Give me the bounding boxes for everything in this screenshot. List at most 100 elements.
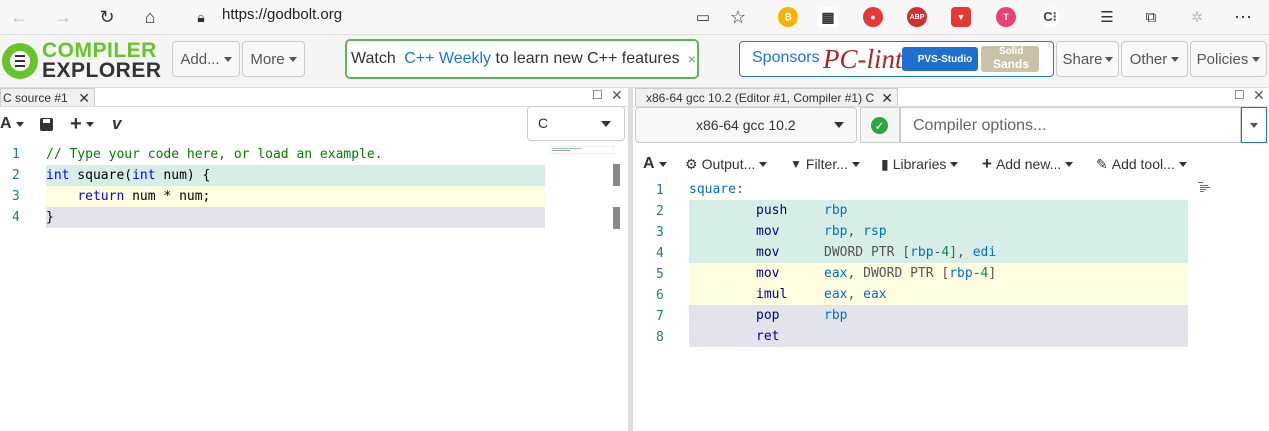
address-bar[interactable]: https://godbolt.org — [222, 6, 342, 23]
sponsors-label: Sponsors — [752, 49, 820, 66]
scrollbar-thumb[interactable] — [613, 164, 620, 186]
asm-line[interactable]: mov eax, DWORD PTR [rbp-4] — [756, 263, 996, 284]
font-size-button[interactable]: A — [0, 107, 24, 141]
policies-label: Policies — [1196, 50, 1249, 68]
code-line[interactable]: int square(int num) { — [46, 165, 210, 186]
minimap[interactable] — [550, 146, 614, 154]
tab-c-source[interactable]: C source #1 ✕ — [0, 88, 95, 107]
line-number: 6 — [656, 288, 664, 303]
code-editor[interactable]: 1 2 3 4 // Type your code here, or load … — [0, 144, 628, 431]
close-icon[interactable]: ✕ — [78, 90, 90, 107]
other-label: Other — [1129, 50, 1168, 68]
c-extension-icon[interactable]: C⁝ — [1040, 7, 1060, 27]
solidsands-text-1: Solid — [999, 46, 1024, 57]
sponsor-pclint-logo[interactable]: PC-lint — [823, 44, 903, 75]
asm-line[interactable]: pop rbp — [756, 305, 847, 326]
close-icon[interactable]: ✕ — [881, 90, 893, 107]
chevron-down-icon — [950, 161, 959, 167]
forward-icon[interactable]: → — [50, 4, 76, 30]
asm-line[interactable]: mov rbp, rsp — [756, 221, 887, 242]
reload-icon[interactable]: ↻ — [94, 4, 120, 30]
line-number: 1 — [656, 183, 664, 198]
logo-text-explorer: EXPLORER — [42, 59, 162, 82]
line-number: 2 — [656, 204, 664, 219]
options-dropdown-button[interactable] — [1241, 107, 1267, 143]
filter-button[interactable]: ▼ Filter... — [790, 147, 860, 181]
line-number: 4 — [12, 210, 20, 225]
shield-extension-icon[interactable]: ▼ — [951, 7, 971, 27]
favorites-list-icon[interactable]: ☰ — [1094, 4, 1120, 30]
chevron-down-icon — [851, 161, 860, 167]
asm-line[interactable]: ret — [756, 326, 824, 347]
chevron-down-icon — [759, 161, 768, 167]
add-button[interactable]: Add... — [172, 41, 240, 77]
filter-icon: ▼ — [790, 157, 802, 171]
compiler-select[interactable]: x86-64 gcc 10.2 — [635, 107, 857, 143]
asm-line[interactable]: mov DWORD PTR [rbp-4], edi — [756, 242, 996, 263]
back-icon[interactable]: ← — [6, 4, 32, 30]
profile-icon[interactable]: ✲ — [1184, 4, 1210, 30]
save-icon[interactable] — [40, 107, 53, 141]
tab-compiler[interactable]: x86-64 gcc 10.2 (Editor #1, Compiler #1)… — [635, 88, 898, 107]
maximize-icon[interactable]: ☐ — [1234, 88, 1245, 102]
ublock-icon[interactable]: ● — [863, 7, 883, 27]
font-size-button[interactable]: A — [643, 147, 667, 181]
motd-link[interactable]: C++ Weekly — [404, 50, 491, 68]
more-button[interactable]: More — [242, 41, 305, 77]
share-label: Share — [1062, 50, 1103, 68]
asm-minimap[interactable] — [1198, 182, 1210, 194]
add-tool-button[interactable]: ✎ Add tool... — [1096, 147, 1187, 181]
more-menu-icon[interactable]: ⋯ — [1230, 4, 1256, 30]
libraries-label: Libraries — [892, 156, 947, 172]
add-pane-button[interactable]: + — [70, 107, 94, 141]
chevron-down-icon — [1250, 123, 1258, 128]
close-pane-icon[interactable]: ✕ — [1253, 87, 1265, 104]
extension-coin-icon[interactable]: ₿ — [778, 7, 798, 27]
add-tool-label: Add tool... — [1111, 156, 1175, 172]
sponsor-pvs-logo[interactable]: PVS-Studio — [902, 47, 978, 71]
adblock-plus-icon[interactable]: ABP — [907, 7, 927, 27]
editor-toolbar: A + v C — [0, 106, 628, 143]
compiler-options-input[interactable]: Compiler options... — [900, 107, 1241, 143]
share-button[interactable]: Share — [1056, 41, 1119, 77]
code-line[interactable]: // Type your code here, or load an examp… — [46, 144, 383, 165]
qr-code-icon[interactable]: ▦ — [818, 7, 838, 27]
lock-icon[interactable]: 🔒︎ — [188, 4, 214, 30]
line-number: 3 — [12, 189, 20, 204]
motd-prefix: Watch — [351, 50, 401, 67]
collections-icon[interactable]: ⧉ — [1138, 4, 1164, 30]
asm-line[interactable]: push rbp — [756, 200, 847, 221]
filter-label: Filter... — [805, 156, 848, 172]
line-highlight-purple — [46, 207, 545, 228]
vim-icon[interactable]: v — [112, 107, 121, 141]
wrench-icon: ✎ — [1096, 155, 1108, 172]
home-icon[interactable]: ⌂ — [137, 4, 163, 30]
gear-icon: ⚙ — [685, 155, 698, 172]
motd-suffix: to learn new C++ features — [491, 50, 680, 67]
motd-close-icon[interactable]: × — [688, 51, 696, 67]
code-line[interactable]: return num * num; — [46, 186, 210, 207]
maximize-icon[interactable]: ☐ — [592, 88, 603, 102]
close-pane-icon[interactable]: ✕ — [611, 87, 623, 104]
language-select[interactable]: C — [527, 106, 625, 141]
code-line[interactable]: } — [46, 207, 54, 228]
asm-output[interactable]: 1 square: 2 push rbp 3 mov rbp, rsp 4 mov DWORD PT… — [635, 181, 1269, 431]
add-new-button[interactable]: + Add new... — [982, 147, 1074, 181]
chevron-down-icon — [1252, 56, 1261, 62]
pane-splitter[interactable] — [628, 88, 633, 431]
line-number: 3 — [656, 225, 664, 240]
other-button[interactable]: Other — [1121, 41, 1188, 77]
chevron-down-icon — [85, 121, 94, 127]
output-button[interactable]: ⚙ Output... — [685, 147, 768, 181]
favorite-star-icon[interactable]: ☆ — [725, 4, 751, 30]
reader-view-icon[interactable]: ▭ — [690, 4, 716, 30]
libraries-button[interactable]: ▮ Libraries — [881, 147, 959, 181]
tab-title: x86-64 gcc 10.2 (Editor #1, Compiler #1)… — [646, 91, 875, 105]
chevron-down-icon — [15, 121, 24, 127]
asm-line[interactable]: imul eax, eax — [756, 284, 887, 305]
policies-button[interactable]: Policies — [1190, 41, 1267, 77]
asm-line[interactable]: square: — [689, 179, 744, 200]
sponsors-panel[interactable]: Sponsors PC-lint PVS-Studio Solid Sands — [739, 41, 1054, 77]
sponsor-solidsands-logo[interactable]: Solid Sands — [981, 46, 1039, 72]
t-extension-icon[interactable]: T — [996, 7, 1016, 27]
